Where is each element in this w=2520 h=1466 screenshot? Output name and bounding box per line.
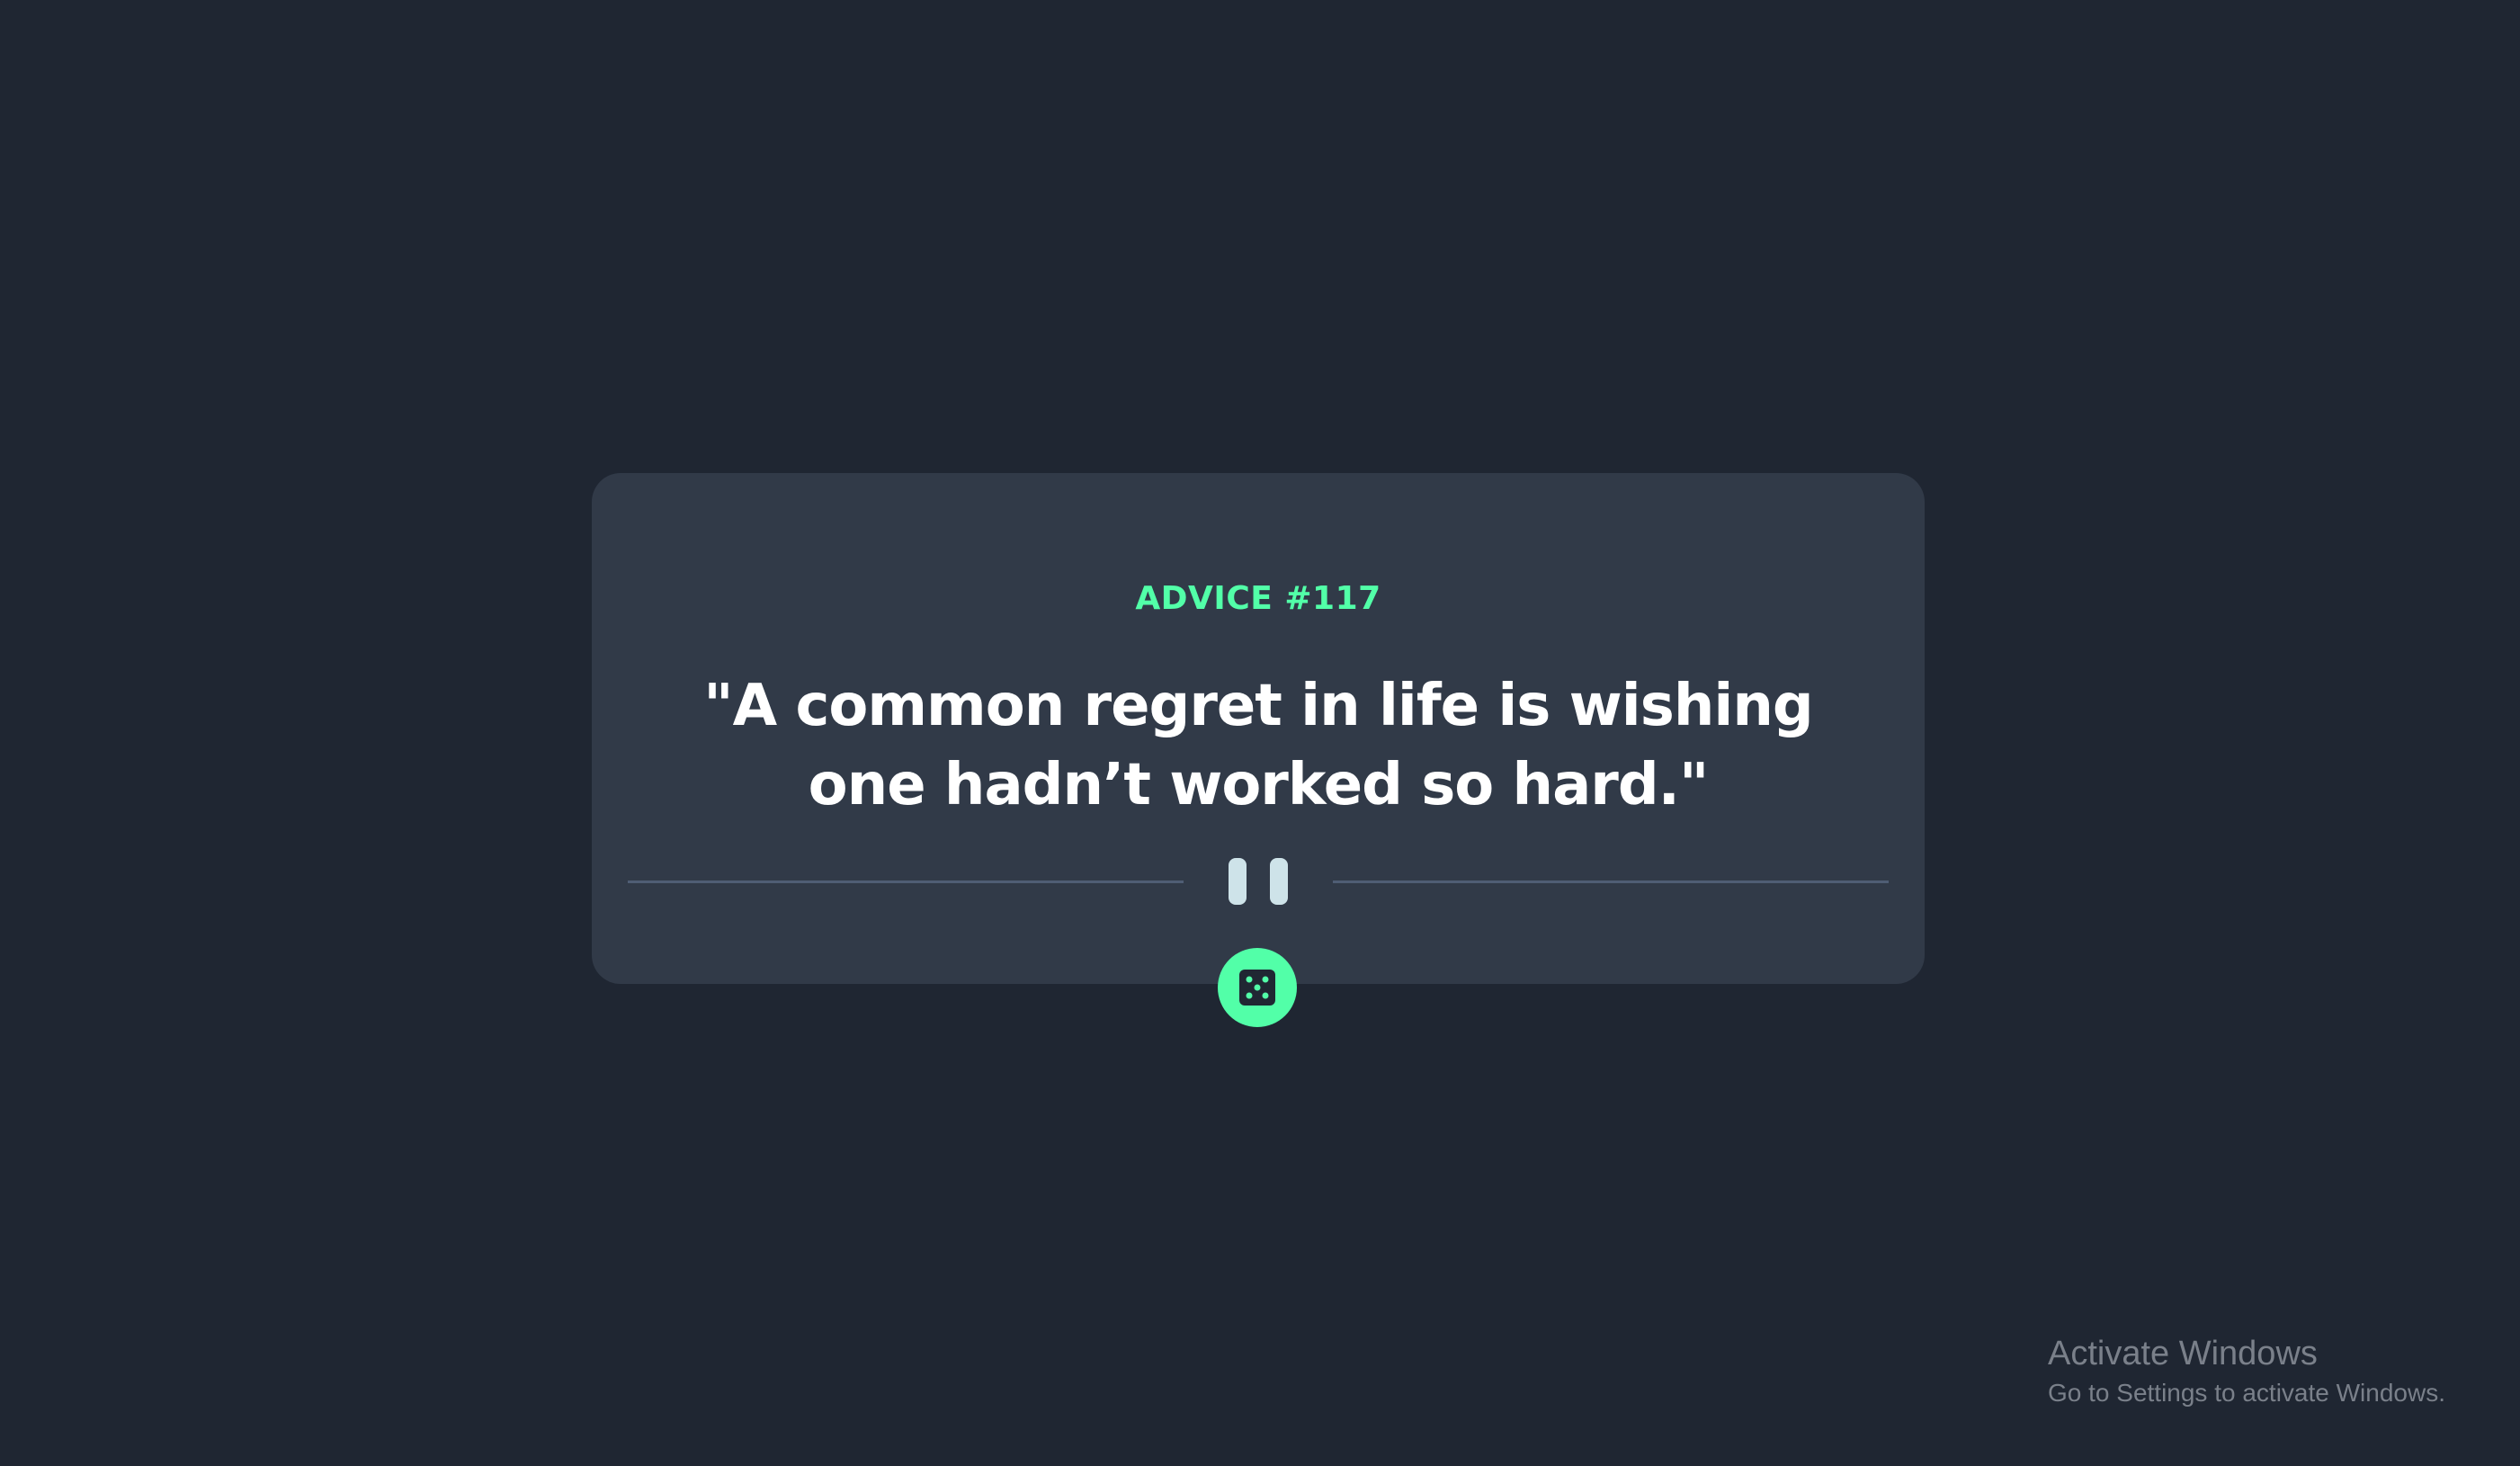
windows-activation-watermark: Activate Windows Go to Settings to activ… <box>2048 1333 2445 1412</box>
watermark-subtitle: Go to Settings to activate Windows. <box>2048 1379 2445 1407</box>
pause-icon-bar-left <box>1229 858 1247 905</box>
watermark-title: Activate Windows <box>2048 1335 2318 1372</box>
advice-card: ADVICE #117 "A common regret in life is … <box>592 473 1925 984</box>
pause-icon-bar-right <box>1270 858 1288 905</box>
advice-quote: "A common regret in life is wishing one … <box>703 673 1813 818</box>
divider-line-right <box>1333 880 1889 883</box>
dice-icon <box>1239 970 1275 1006</box>
divider-line-left <box>628 880 1184 883</box>
new-advice-button[interactable] <box>1218 948 1297 1027</box>
advice-number: ADVICE #117 <box>1135 580 1381 617</box>
